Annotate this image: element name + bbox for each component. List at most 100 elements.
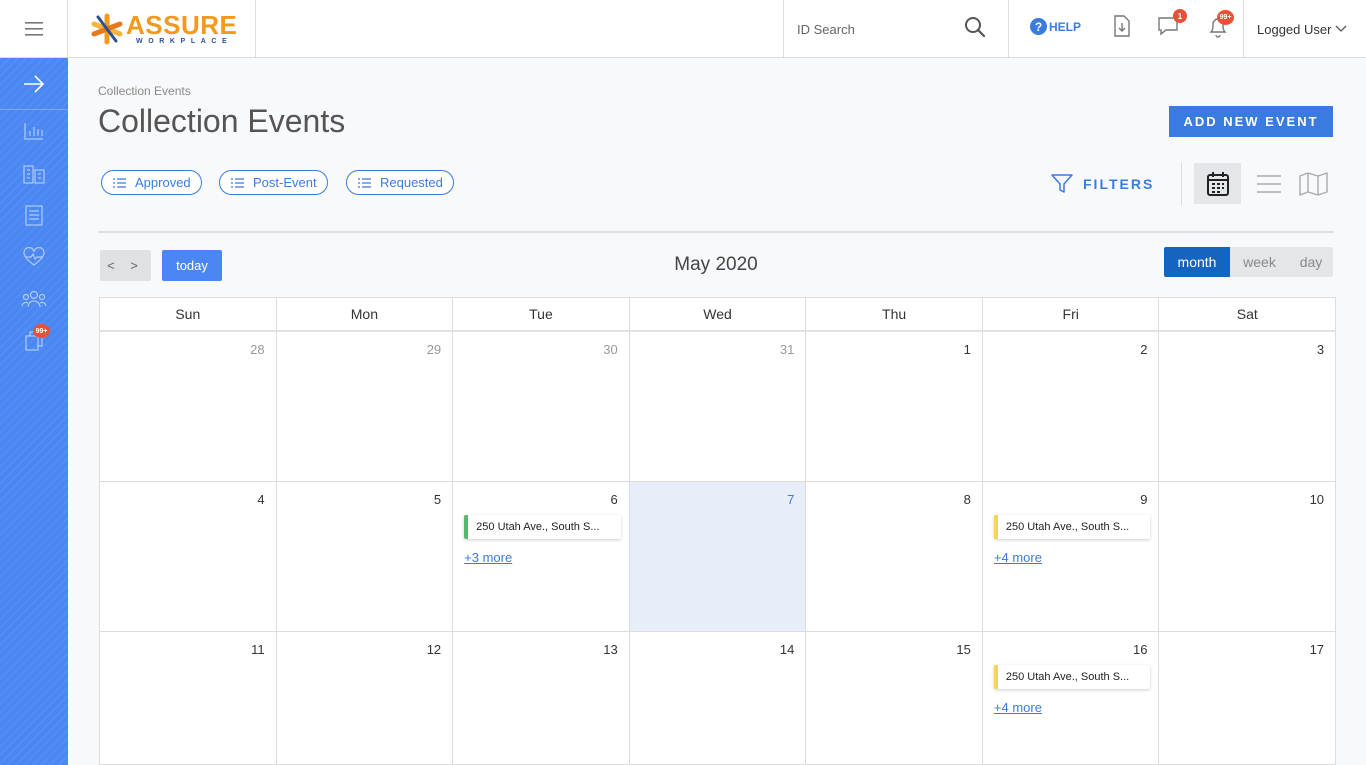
day-number[interactable]: 11: [251, 642, 265, 657]
calendar-view-button[interactable]: [1194, 163, 1241, 204]
day-number[interactable]: 7: [787, 492, 794, 507]
filter-icon: [1051, 174, 1073, 193]
view-month-button[interactable]: month: [1164, 247, 1230, 277]
view-day-button[interactable]: day: [1289, 247, 1333, 277]
filter-pill-requested[interactable]: Requested: [346, 170, 454, 195]
more-events-link[interactable]: +4 more: [994, 700, 1042, 715]
calendar-day[interactable]: 1: [806, 332, 983, 481]
calendar-day[interactable]: 13: [453, 632, 630, 764]
notifications-button[interactable]: 99+: [1207, 10, 1234, 44]
logo[interactable]: ASSURE WORKPLACE: [70, 0, 256, 58]
breadcrumb[interactable]: Collection Events: [98, 84, 191, 98]
calendar-day[interactable]: 3: [1159, 332, 1335, 481]
download-document-icon[interactable]: [1113, 15, 1131, 37]
day-number[interactable]: 15: [956, 642, 970, 657]
add-new-event-button[interactable]: ADD NEW EVENT: [1169, 106, 1333, 137]
today-button[interactable]: today: [162, 250, 222, 281]
calendar-day[interactable]: 31: [630, 332, 807, 481]
sidebar-item-documents[interactable]: [0, 194, 68, 236]
calendar-day[interactable]: 15: [806, 632, 983, 764]
messages-button[interactable]: 1: [1157, 9, 1187, 42]
chevron-down-icon: [1335, 25, 1347, 32]
filters-label: FILTERS: [1083, 176, 1155, 192]
sidebar-item-reports[interactable]: [0, 110, 68, 152]
day-number[interactable]: 17: [1310, 642, 1324, 657]
list-icon: [231, 177, 244, 188]
day-number[interactable]: 12: [427, 642, 441, 657]
day-number[interactable]: 1: [964, 342, 971, 357]
notifications-badge: 99+: [1217, 10, 1234, 25]
sidebar: 99+: [0, 58, 68, 765]
day-number[interactable]: 31: [780, 342, 794, 357]
day-number[interactable]: 30: [603, 342, 617, 357]
day-number[interactable]: 6: [611, 492, 618, 507]
calendar-day[interactable]: 16 250 Utah Ave., South S... +4 more: [983, 632, 1160, 764]
calendar-day[interactable]: 8: [806, 482, 983, 631]
view-week-button[interactable]: week: [1230, 247, 1289, 277]
calendar-day-today[interactable]: 7: [629, 482, 807, 631]
day-number[interactable]: 29: [427, 342, 441, 357]
help-label: HELP: [1049, 19, 1082, 34]
menu-icon[interactable]: [0, 0, 68, 58]
map-view-icon[interactable]: [1298, 172, 1330, 196]
day-number[interactable]: 5: [434, 492, 441, 507]
document-icon: [25, 205, 43, 226]
user-name: Logged User: [1257, 21, 1332, 37]
calendar-day[interactable]: 5: [277, 482, 454, 631]
weekday-label: Wed: [630, 298, 807, 330]
calendar-day[interactable]: 9 250 Utah Ave., South S... +4 more: [983, 482, 1160, 631]
list-icon: [113, 177, 126, 188]
sidebar-item-users[interactable]: [0, 278, 68, 320]
day-number[interactable]: 13: [603, 642, 617, 657]
day-number[interactable]: 2: [1140, 342, 1147, 357]
calendar-event[interactable]: 250 Utah Ave., South S...: [993, 665, 1151, 689]
day-number[interactable]: 3: [1317, 342, 1324, 357]
list-view-icon[interactable]: [1256, 172, 1282, 196]
calendar-day[interactable]: 17: [1159, 632, 1335, 764]
calendar-week: 11 12 13 14 15 16 250 Utah Ave., South S... +4 …: [100, 632, 1335, 764]
pill-label: Approved: [135, 175, 191, 190]
sidebar-item-health[interactable]: [0, 236, 68, 278]
bar-chart-icon: [24, 123, 43, 140]
calendar-event[interactable]: 250 Utah Ave., South S...: [993, 515, 1151, 539]
day-number[interactable]: 9: [1140, 492, 1147, 507]
day-number[interactable]: 28: [250, 342, 264, 357]
calendar-day[interactable]: 11: [100, 632, 277, 764]
calendar-event[interactable]: 250 Utah Ave., South S...: [464, 515, 621, 539]
calendar-day[interactable]: 10: [1159, 482, 1335, 631]
sidebar-item-copies[interactable]: 99+: [0, 320, 68, 362]
calendar-day[interactable]: 2: [983, 332, 1160, 481]
help-link[interactable]: ? HELP: [1030, 18, 1081, 35]
calendar-day[interactable]: 29: [277, 332, 454, 481]
day-number[interactable]: 4: [257, 492, 264, 507]
filters-button[interactable]: FILTERS: [1050, 172, 1154, 196]
more-events-link[interactable]: +4 more: [994, 550, 1042, 565]
users-icon: [21, 290, 47, 308]
day-number[interactable]: 14: [780, 642, 794, 657]
user-menu[interactable]: Logged User: [1243, 0, 1366, 58]
sidebar-expand[interactable]: [0, 58, 68, 110]
divider: [1181, 163, 1182, 205]
day-number[interactable]: 10: [1310, 492, 1324, 507]
day-number[interactable]: 8: [964, 492, 971, 507]
filter-pill-approved[interactable]: Approved: [101, 170, 202, 195]
calendar-day[interactable]: 30: [453, 332, 630, 481]
calendar-day[interactable]: 6 250 Utah Ave., South S... +3 more: [453, 482, 630, 631]
calendar-day[interactable]: 28: [100, 332, 277, 481]
day-number[interactable]: 16: [1133, 642, 1147, 657]
building-icon: [23, 165, 45, 184]
more-events-link[interactable]: +3 more: [464, 550, 512, 565]
id-search-input[interactable]: [797, 21, 947, 37]
logo-title: ASSURE: [126, 10, 238, 40]
sidebar-item-locations[interactable]: [0, 152, 68, 194]
arrow-right-icon: [24, 74, 45, 93]
filter-pill-post-event[interactable]: Post-Event: [219, 170, 328, 195]
calendar-icon: [1206, 171, 1229, 196]
calendar-day[interactable]: 4: [100, 482, 277, 631]
calendar-day[interactable]: 12: [277, 632, 454, 764]
prev-next-buttons[interactable]: < >: [100, 250, 151, 281]
heart-pulse-icon: [23, 247, 45, 266]
search-icon[interactable]: [964, 16, 986, 38]
calendar-day[interactable]: 14: [630, 632, 807, 764]
calendar-week: 4 5 6 250 Utah Ave., South S... +3 more 7 8 9 25…: [100, 482, 1335, 632]
